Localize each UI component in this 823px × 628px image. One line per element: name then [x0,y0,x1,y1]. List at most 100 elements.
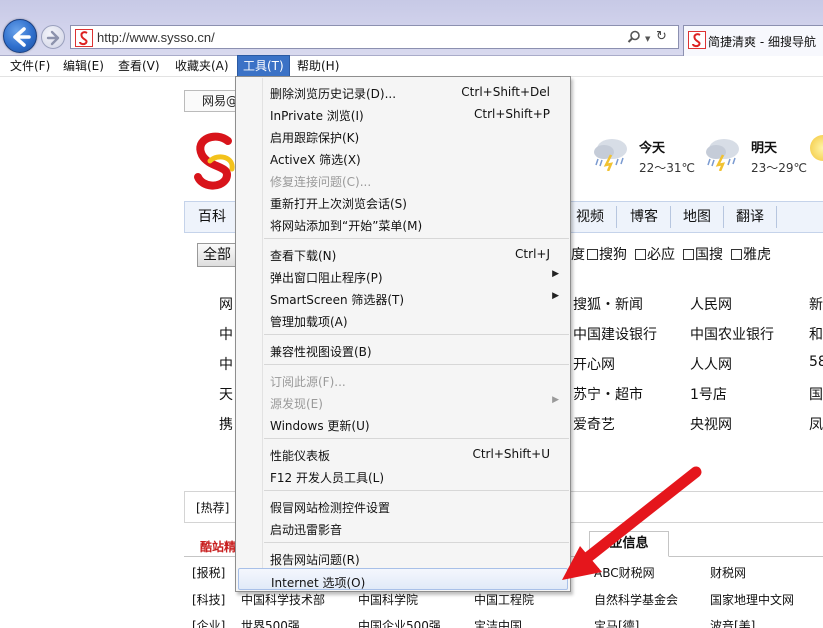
site-link[interactable]: 携 [219,414,233,434]
sun-icon [810,135,823,161]
menu-item-feed-discovery: 源发现(E) ▶ [270,395,559,411]
menu-bar: 文件(F) 编辑(E) 查看(V) 收藏夹(A) 工具(T) 帮助(H) [0,55,823,77]
engine-bing[interactable]: 必应 [635,244,675,264]
checkbox[interactable] [635,249,646,260]
menu-item-activex-filter[interactable]: ActiveX 筛选(X) [238,146,568,168]
menu-item-add-to-start[interactable]: 将网站添加到“开始”菜单(M) [238,212,568,234]
menu-edit[interactable]: 编辑(E) [58,56,109,77]
red-arrow-annotation-icon [562,466,702,580]
back-button[interactable] [3,19,37,53]
menu-favorites[interactable]: 收藏夹(A) [170,56,234,77]
menu-item-manage-addons[interactable]: 管理加载项(A) [238,308,568,330]
row-link[interactable]: 自然科学基金会 [594,591,678,608]
browser-tab[interactable]: 简捷清爽 - 细搜导航 [683,25,823,56]
site-link[interactable]: 人民网 [690,294,732,314]
forward-button[interactable] [41,25,65,49]
thunderstorm-icon [706,139,739,171]
engine-du-label: 度 [571,247,585,263]
nav-blog[interactable]: 博客 [630,202,658,232]
menu-help[interactable]: 帮助(H) [292,56,344,77]
site-link[interactable]: 58 [809,354,823,370]
menu-item-smartscreen[interactable]: SmartScreen 筛选器(T) ▶ [238,286,568,308]
menu-item-subscribe-feed: 订阅此源(F)... [270,375,346,389]
menu-file[interactable]: 文件(F) [5,56,55,77]
thunderstorm-icon [594,139,627,171]
tools-dropdown-menu: 删除浏览历史记录(D)... Ctrl+Shift+Del InPrivate … [235,76,571,592]
engine-all-button[interactable]: 全部 [197,243,237,267]
browser-titlebar: http://www.sysso.cn/ ▼ ↻ 简捷清爽 - 细搜导航 [0,0,823,56]
address-bar[interactable]: http://www.sysso.cn/ ▼ ↻ [70,25,679,49]
menu-item-tracking-protection[interactable]: 启用跟踪保护(K) [238,124,568,146]
menu-item-inprivate[interactable]: InPrivate 浏览(I) Ctrl+Shift+P [238,102,568,124]
site-link[interactable]: 搜狐・新闻 [573,294,643,314]
menu-item-report-problem[interactable]: 报告网站问题(R) [238,546,568,568]
site-link[interactable]: 中 [219,324,233,344]
menu-item-popup-blocker[interactable]: 弹出窗口阻止程序(P) ▶ [238,264,568,286]
weather-tomorrow-label: 明天 [751,141,778,156]
site-link[interactable]: 天 [219,384,233,404]
site-link[interactable]: 1号店 [690,384,727,404]
menu-tools[interactable]: 工具(T) [237,55,290,77]
row-link[interactable]: 宝洁中国 [474,617,522,628]
weather-today-label: 今天 [639,141,666,156]
site-link[interactable]: 央视网 [690,414,732,434]
checkbox[interactable] [683,249,694,260]
nav-video[interactable]: 视频 [576,202,604,232]
tab-kuzhan[interactable]: 酷站精 [200,538,236,555]
menu-item-internet-options[interactable]: Internet 选项(O) [238,568,568,590]
menu-item-windows-update[interactable]: Windows 更新(U) [238,412,568,434]
menu-item-reopen-session[interactable]: 重新打开上次浏览会话(S) [238,190,568,212]
site-link[interactable]: 人人网 [690,354,732,374]
arrow-left-icon [13,27,31,47]
menu-item-performance-dashboard[interactable]: 性能仪表板 Ctrl+Shift+U [238,442,568,464]
row-link[interactable]: 中国工程院 [474,591,534,608]
search-icon[interactable] [627,30,641,44]
menu-item-f12-devtools[interactable]: F12 开发人员工具(L) [238,464,568,486]
chevron-down-icon[interactable]: ▼ [645,35,650,43]
checkbox[interactable] [587,249,598,260]
row-link[interactable]: 中国企业500强 [358,617,441,628]
tab-title: 简捷清爽 - 细搜导航 [708,35,816,49]
refresh-icon[interactable]: ↻ [656,29,667,44]
engine-sogou[interactable]: 搜狗 [587,244,627,264]
nav-translate[interactable]: 翻译 [736,202,764,232]
nav-baike[interactable]: 百科 [198,202,226,232]
nav-map[interactable]: 地图 [683,202,711,232]
row-link[interactable]: 世界500强 [241,617,300,628]
row-link[interactable]: 波音[美] [710,617,755,628]
site-link[interactable]: 开心网 [573,354,615,374]
menu-item-view-downloads[interactable]: 查看下载(N) Ctrl+J [238,242,568,264]
weather-tomorrow-temp: 23～29℃ [751,161,808,175]
row-link[interactable]: 宝马[德] [594,617,639,628]
arrow-right-icon [46,30,60,46]
submenu-arrow-icon: ▶ [552,395,559,405]
menu-item-launch-xunlei[interactable]: 启动迅雷影音 [238,516,568,538]
site-link[interactable]: 苏宁・超市 [573,384,643,404]
engine-guosou[interactable]: 国搜 [683,244,723,264]
menu-item-phishing-settings[interactable]: 假冒网站检测控件设置 [238,494,568,516]
checkbox[interactable] [731,249,742,260]
menu-view[interactable]: 查看(V) [113,56,165,77]
row-link[interactable]: 中国科学院 [358,591,418,608]
site-link[interactable]: 和 [809,324,823,344]
site-favicon-icon [75,29,93,47]
site-link[interactable]: 中国建设银行 [573,324,657,344]
menu-item-compat-view[interactable]: 兼容性视图设置(B) [238,338,568,360]
url-text[interactable]: http://www.sysso.cn/ [97,30,215,45]
menu-item-fix-connection: 修复连接问题(C)... [270,175,372,189]
submenu-arrow-icon: ▶ [552,291,559,301]
row-link[interactable]: 国家地理中文网 [710,591,794,608]
site-link[interactable]: 爱奇艺 [573,414,615,434]
row-category: [企业] [192,619,226,628]
site-link[interactable]: 国 [809,384,823,404]
site-link[interactable]: 新 [809,294,823,314]
row-link[interactable]: 中国科学技术部 [241,591,325,608]
site-link[interactable]: 凤 [809,414,823,434]
site-link[interactable]: 网 [219,294,233,314]
tab-favicon-icon [688,31,706,49]
row-category: [报税] [192,566,226,580]
site-link[interactable]: 中 [219,354,233,374]
menu-item-delete-history[interactable]: 删除浏览历史记录(D)... Ctrl+Shift+Del [238,80,568,102]
site-link[interactable]: 中国农业银行 [690,324,774,344]
engine-yahoo[interactable]: 雅虎 [731,244,771,264]
